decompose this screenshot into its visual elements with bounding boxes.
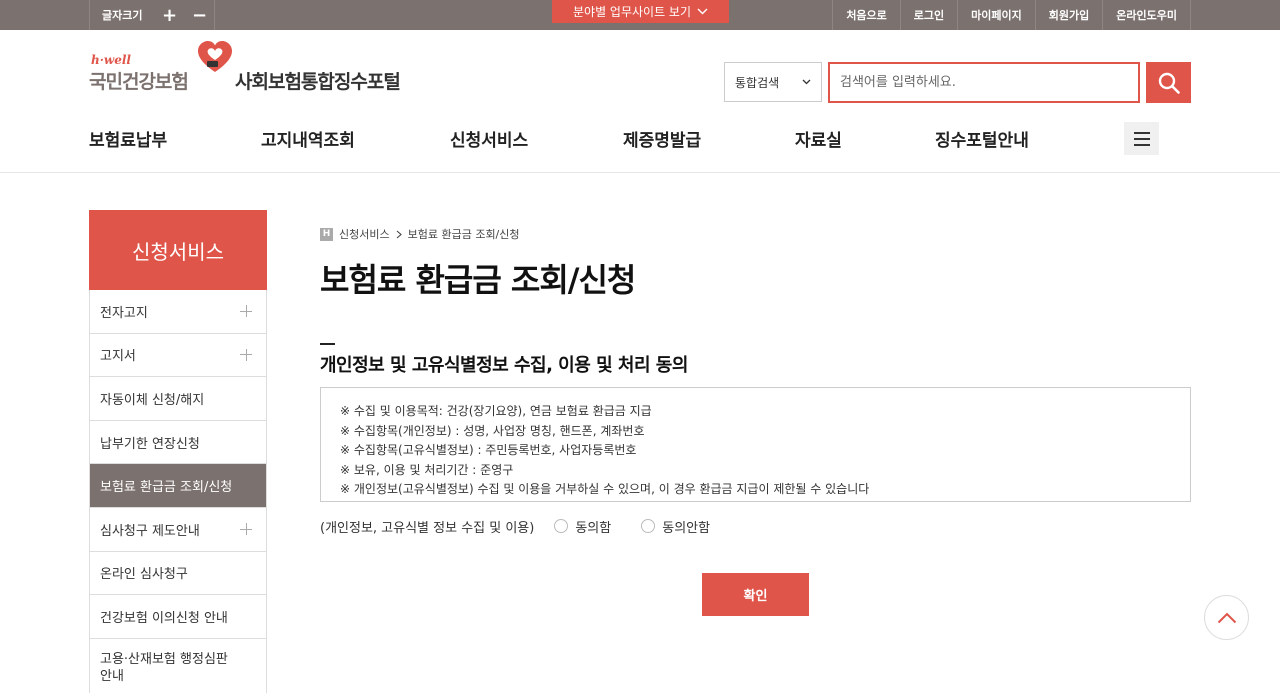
nav-premium-payment[interactable]: 보험료납부 xyxy=(89,126,167,151)
section-marker xyxy=(320,343,335,345)
online-help-link[interactable]: 온라인도우미 xyxy=(1102,0,1191,30)
all-menu-button[interactable] xyxy=(1124,122,1159,155)
sidebar-item-health-objection[interactable]: 건강보험 이의신청 안내 xyxy=(90,595,266,639)
sidebar-item-label: 심사청구 제도안내 xyxy=(100,523,200,539)
nav-portal-guide[interactable]: 징수포털안내 xyxy=(935,126,1029,151)
portal-name: 사회보험통합징수포털 xyxy=(235,71,401,93)
login-link[interactable]: 로그인 xyxy=(899,0,957,30)
nav-certificate-issuance[interactable]: 제증명발급 xyxy=(623,126,701,151)
terms-line: ※ 수집항목(고유식별정보) : 주민등록번호, 사업자등록번호 xyxy=(340,443,637,457)
chevron-right-icon xyxy=(396,230,402,238)
chevron-down-icon xyxy=(697,8,708,15)
search-icon xyxy=(1158,72,1180,94)
nav-bill-inquiry[interactable]: 고지내역조회 xyxy=(261,126,355,151)
font-size-increase-button[interactable]: + xyxy=(154,0,184,30)
agree-radio[interactable]: 동의함 xyxy=(554,517,611,536)
confirm-button[interactable]: 확인 xyxy=(702,573,809,616)
terms-line: ※ 보유, 이용 및 처리기간 : 준영구 xyxy=(340,462,514,477)
page-title: 보험료 환급금 조회/신청 xyxy=(320,261,636,299)
utility-links: 처음으로 로그인 마이페이지 회원가입 온라인도우미 xyxy=(832,0,1191,30)
consent-label: (개인정보, 고유식별 정보 수집 및 이용) xyxy=(320,520,535,536)
plus-icon xyxy=(240,348,252,361)
field-sites-label: 분야별 업무사이트 보기 xyxy=(572,5,692,19)
sidebar-item-label: 전자고지 xyxy=(100,305,148,321)
section-title: 개인정보 및 고유식별정보 수집, 이용 및 처리 동의 xyxy=(320,355,688,376)
sidebar-item-e-notice[interactable]: 전자고지 xyxy=(90,290,266,334)
sidebar-item-label: 고지서 xyxy=(100,349,136,365)
plus-icon xyxy=(240,523,252,536)
privacy-terms-box: ※ 수집 및 이용목적: 건강(장기요양), 연금 보험료 환급금 지급 ※ 수… xyxy=(320,387,1191,502)
font-size-label: 글자크기 xyxy=(102,9,143,22)
header-divider xyxy=(0,172,1280,173)
utility-bar: 글자크기 + − 분야별 업무사이트 보기 처음으로 로그인 마이페이지 회원가… xyxy=(0,0,1280,30)
chevron-down-icon xyxy=(802,79,811,85)
sidebar-item-notice[interactable]: 고지서 xyxy=(90,334,266,378)
heart-logo-icon xyxy=(198,41,232,72)
search-input[interactable] xyxy=(828,62,1140,103)
site-logo[interactable]: h·well 국민건강보험 사회보험통합징수포털 xyxy=(89,40,429,93)
home-link[interactable]: 처음으로 xyxy=(832,0,899,30)
sidebar-item-label: 납부기한 연장신청 xyxy=(100,436,200,452)
sidebar-item-auto-transfer[interactable]: 자동이체 신청/해지 xyxy=(90,377,266,421)
radio-circle-icon[interactable] xyxy=(554,519,569,533)
main-navigation: 보험료납부 고지내역조회 신청서비스 제증명발급 자료실 징수포털안내 xyxy=(89,122,1089,152)
signup-link[interactable]: 회원가입 xyxy=(1034,0,1102,30)
sidebar-item-label: 건강보험 이의신청 안내 xyxy=(100,610,228,626)
logo-hwell-text: h·well xyxy=(91,53,131,67)
terms-line: ※ 수집항목(개인정보) : 성명, 사업장 명칭, 핸드폰, 계좌번호 xyxy=(340,423,645,438)
sidebar-item-refund-inquiry[interactable]: 보험료 환급금 조회/신청 xyxy=(90,464,266,508)
breadcrumb: H 신청서비스 보험료 환급금 조회/신청 xyxy=(320,226,520,242)
search-button[interactable] xyxy=(1146,62,1191,103)
lnb-title: 신청서비스 xyxy=(89,210,267,290)
sidebar-item-online-review[interactable]: 온라인 심사청구 xyxy=(90,552,266,596)
sidebar-item-deadline-extension[interactable]: 납부기한 연장신청 xyxy=(90,421,266,465)
sidebar-item-label: 보험료 환급금 조회/신청 xyxy=(100,480,233,496)
nav-data-room[interactable]: 자료실 xyxy=(795,126,842,151)
breadcrumb-level1[interactable]: 신청서비스 xyxy=(339,226,390,242)
hamburger-icon xyxy=(1133,131,1150,134)
logo-nhis-text: 국민건강보험 xyxy=(89,71,189,93)
breadcrumb-level2: 보험료 환급금 조회/신청 xyxy=(407,228,520,241)
chevron-up-icon xyxy=(1217,612,1236,623)
search-scope-select[interactable]: 통합검색 xyxy=(724,62,822,102)
disagree-radio-label: 동의안함 xyxy=(662,520,711,536)
font-size-control: 글자크기 + − xyxy=(89,0,216,30)
mypage-link[interactable]: 마이페이지 xyxy=(957,0,1035,30)
consent-row: (개인정보, 고유식별 정보 수집 및 이용) 동의함 동의안함 xyxy=(320,516,710,536)
sidebar-item-review-guide[interactable]: 심사청구 제도안내 xyxy=(90,508,266,552)
home-icon[interactable]: H xyxy=(320,227,333,241)
nav-application-service[interactable]: 신청서비스 xyxy=(450,126,528,151)
side-navigation: 전자고지 고지서 자동이체 신청/해지 납부기한 연장신청 보험료 환급금 조회… xyxy=(89,290,267,693)
terms-line: ※ 개인정보(고유식별정보) 수집 및 이용을 거부하실 수 있으며, 이 경우… xyxy=(340,482,870,496)
search-scope-value: 통합검색 xyxy=(735,75,780,90)
sidebar-item-label: 온라인 심사청구 xyxy=(100,567,188,583)
sidebar-item-label: 고용·산재보험 행정심판 안내 xyxy=(100,651,228,684)
radio-circle-icon[interactable] xyxy=(641,519,656,533)
agree-radio-label: 동의함 xyxy=(575,520,612,536)
terms-line: ※ 수집 및 이용목적: 건강(장기요양), 연금 보험료 환급금 지급 xyxy=(340,404,652,418)
sidebar-item-administrative-appeal[interactable]: 고용·산재보험 행정심판 안내 xyxy=(90,639,266,693)
sidebar-item-label: 자동이체 신청/해지 xyxy=(100,392,205,408)
field-sites-button[interactable]: 분야별 업무사이트 보기 xyxy=(552,0,729,23)
font-size-decrease-button[interactable]: − xyxy=(184,0,214,30)
plus-icon xyxy=(240,305,252,318)
scroll-top-button[interactable] xyxy=(1204,595,1249,640)
disagree-radio[interactable]: 동의안함 xyxy=(641,517,710,536)
